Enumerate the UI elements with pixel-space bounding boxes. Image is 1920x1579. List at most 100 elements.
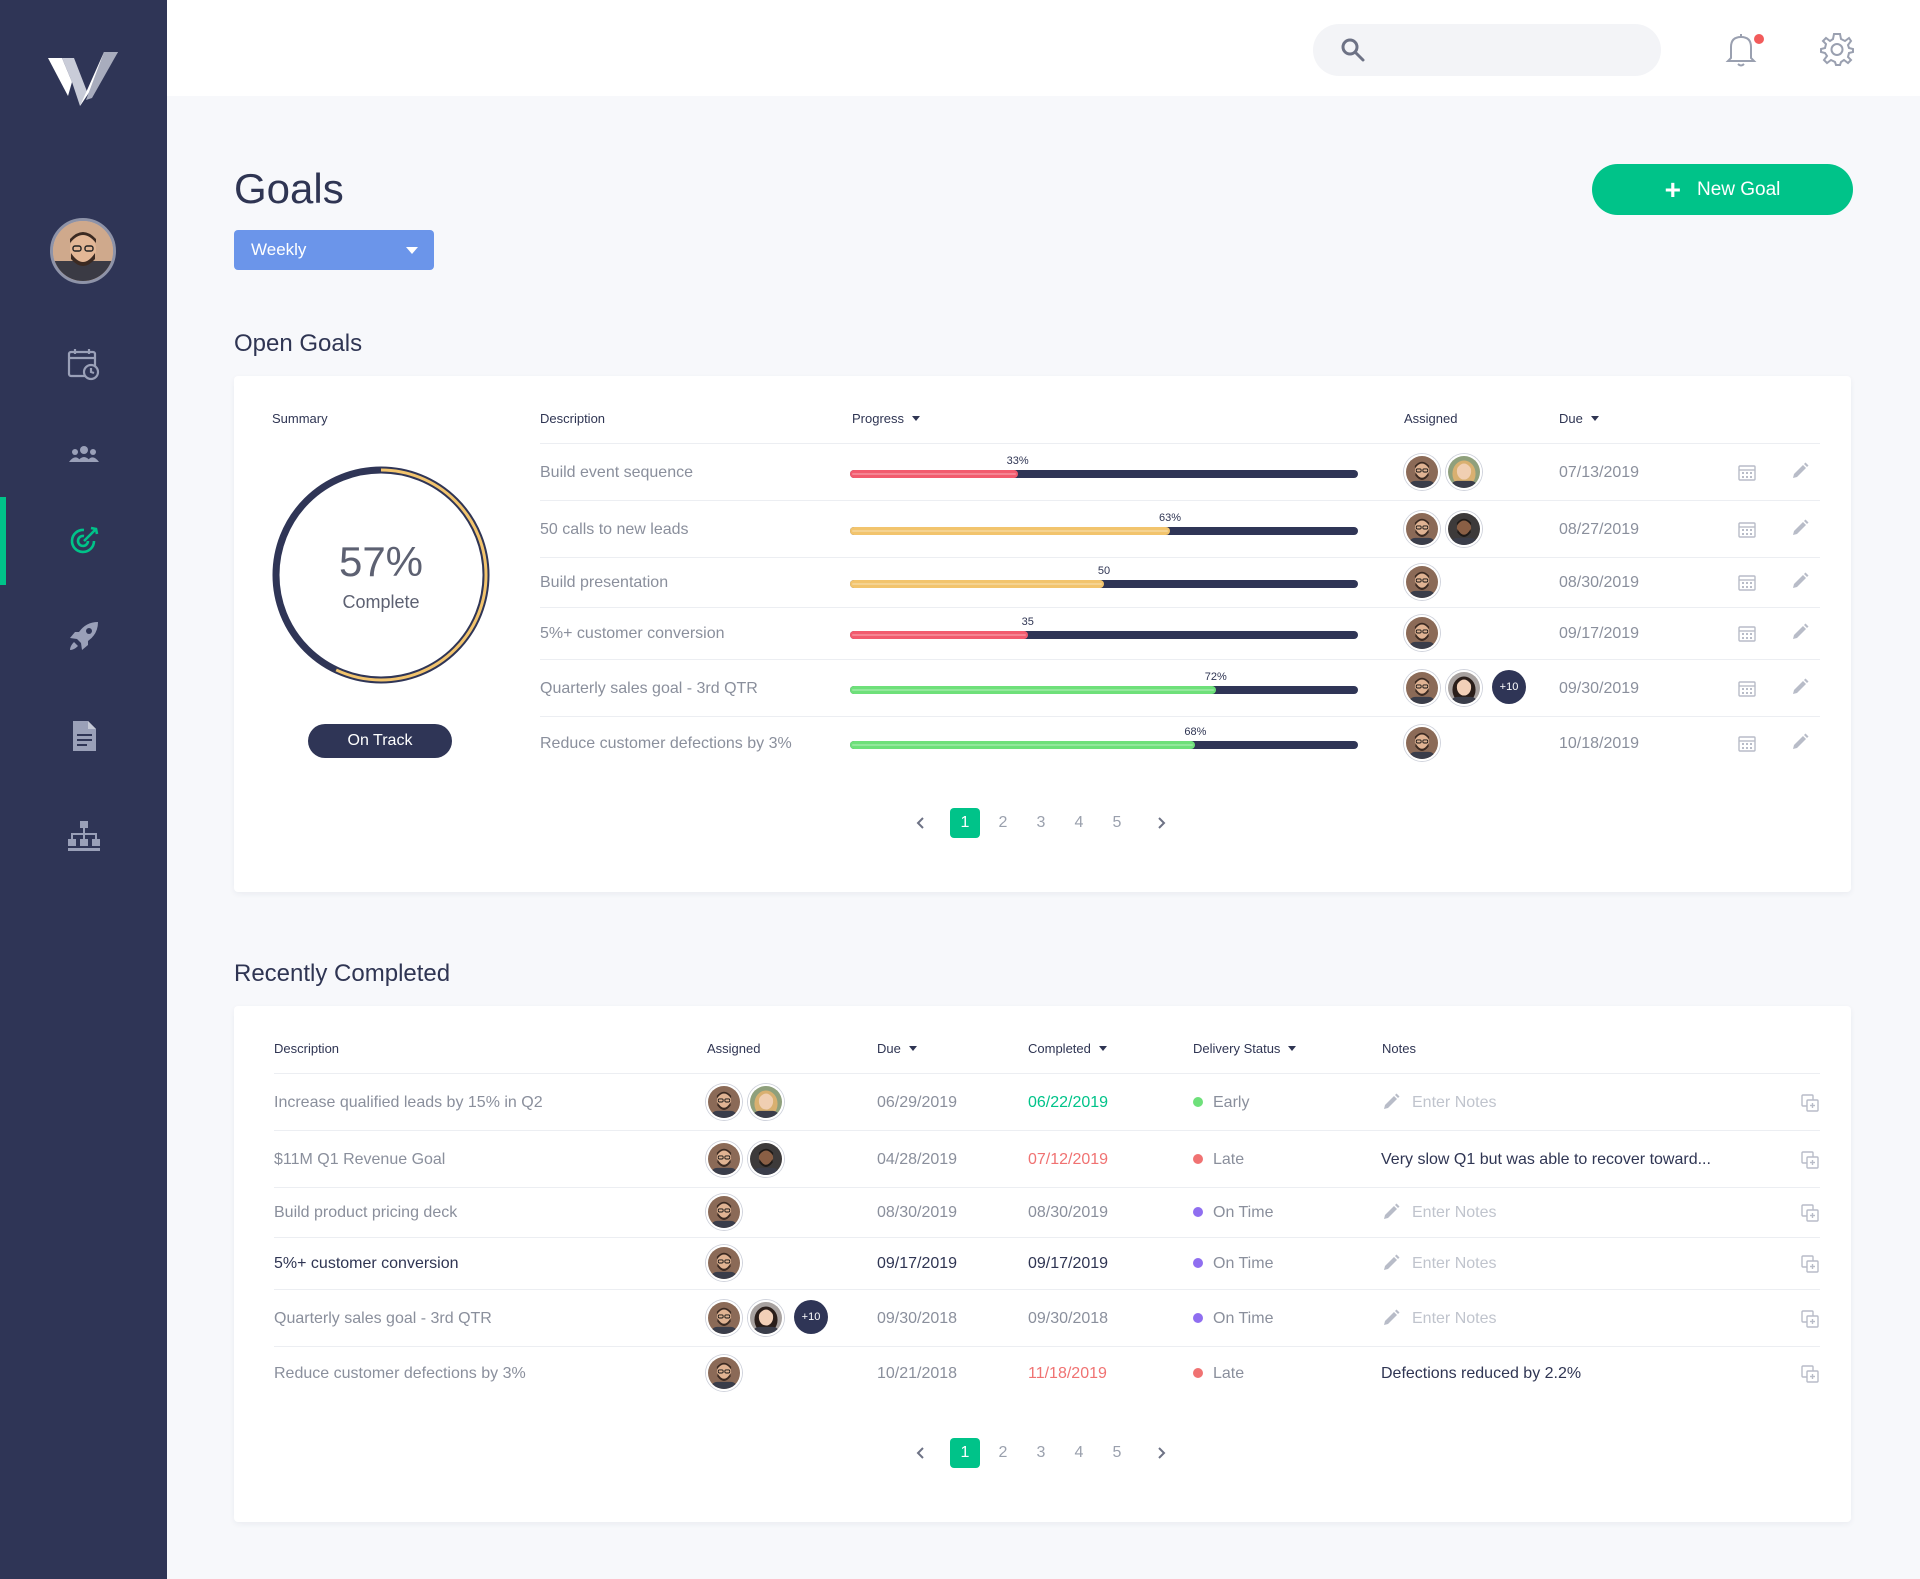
calendar-icon[interactable] <box>1737 679 1757 699</box>
avatar[interactable] <box>1404 511 1440 547</box>
col-completed-sort[interactable]: Completed <box>1028 1041 1107 1056</box>
period-select[interactable]: Weekly <box>234 230 434 270</box>
status-dot <box>1193 1153 1203 1164</box>
table-row[interactable]: Increase qualified leads by 15% in Q2 06/… <box>274 1073 1820 1130</box>
edit-pencil-icon[interactable] <box>1790 622 1810 642</box>
duplicate-icon[interactable] <box>1800 1203 1820 1223</box>
col-delivery-status-sort[interactable]: Delivery Status <box>1193 1041 1297 1056</box>
edit-pencil-icon[interactable] <box>1381 1253 1401 1273</box>
avatar[interactable] <box>1404 564 1440 600</box>
pagination-page[interactable]: 1 <box>950 1438 980 1468</box>
search-icon[interactable] <box>1340 37 1366 63</box>
pagination-page[interactable]: 5 <box>1102 808 1132 838</box>
edit-pencil-icon[interactable] <box>1381 1202 1401 1222</box>
table-row[interactable]: Build event sequence 33% 07/13/2019 <box>540 443 1820 500</box>
notes-input[interactable]: Enter Notes <box>1412 1094 1496 1112</box>
sidebar-item-team[interactable] <box>0 410 167 498</box>
edit-pencil-icon[interactable] <box>1381 1308 1401 1328</box>
calendar-icon[interactable] <box>1737 463 1757 483</box>
notes-input[interactable]: Enter Notes <box>1412 1255 1496 1273</box>
sidebar-item-goals[interactable] <box>0 497 167 585</box>
edit-pencil-icon[interactable] <box>1381 1092 1401 1112</box>
avatar[interactable] <box>748 1300 784 1336</box>
avatar[interactable] <box>1404 725 1440 761</box>
sidebar-item-schedule[interactable] <box>0 320 167 408</box>
pagination-next-icon[interactable] <box>1146 808 1176 838</box>
progress-bar-fill <box>850 470 1018 478</box>
notes-input[interactable]: Enter Notes <box>1412 1204 1496 1222</box>
current-user-avatar[interactable] <box>50 218 116 284</box>
table-row[interactable]: Quarterly sales goal - 3rd QTR 72% +10 09/3… <box>540 659 1820 716</box>
more-assignees-badge[interactable]: +10 <box>794 1300 828 1334</box>
col-due-sort[interactable]: Due <box>877 1041 917 1056</box>
table-row[interactable]: Reduce customer defections by 3% 68% 10/18… <box>540 716 1820 769</box>
duplicate-icon[interactable] <box>1800 1364 1820 1384</box>
pagination-page[interactable]: 4 <box>1064 1438 1094 1468</box>
avatar[interactable] <box>1446 454 1482 490</box>
delivery-status-label: On Time <box>1213 1310 1274 1327</box>
col-progress-sort[interactable]: Progress <box>852 411 921 426</box>
table-row[interactable]: Build product pricing deck 08/30/2019 08/3… <box>274 1187 1820 1237</box>
col-due-sort[interactable]: Due <box>1559 411 1599 426</box>
pagination-prev-icon[interactable] <box>906 1438 936 1468</box>
duplicate-icon[interactable] <box>1800 1254 1820 1274</box>
pagination-page[interactable]: 3 <box>1026 1438 1056 1468</box>
notes-input[interactable]: Enter Notes <box>1412 1310 1496 1328</box>
more-assignees-badge[interactable]: +10 <box>1492 670 1526 704</box>
calendar-icon[interactable] <box>1737 520 1757 540</box>
avatar[interactable] <box>748 1084 784 1120</box>
gear-icon[interactable] <box>1820 32 1854 66</box>
sidebar-item-org-chart[interactable] <box>0 792 167 880</box>
duplicate-icon[interactable] <box>1800 1093 1820 1113</box>
avatar[interactable] <box>1404 670 1440 706</box>
col-assigned: Assigned <box>707 1041 761 1056</box>
calendar-icon[interactable] <box>1737 734 1757 754</box>
table-row[interactable]: Build presentation 50 08/30/2019 <box>540 557 1820 607</box>
edit-pencil-icon[interactable] <box>1790 677 1810 697</box>
avatar[interactable] <box>706 1194 742 1230</box>
bell-icon[interactable] <box>1725 32 1757 68</box>
duplicate-icon[interactable] <box>1800 1309 1820 1329</box>
table-row[interactable]: 5%+ customer conversion 35 09/17/2019 <box>540 607 1820 659</box>
avatar[interactable] <box>706 1355 742 1391</box>
progress-bar-fill <box>850 686 1216 694</box>
calendar-icon[interactable] <box>1737 573 1757 593</box>
pagination-page[interactable]: 3 <box>1026 808 1056 838</box>
avatar[interactable] <box>1404 454 1440 490</box>
pagination-page[interactable]: 1 <box>950 808 980 838</box>
pagination-page[interactable]: 2 <box>988 808 1018 838</box>
sidebar-item-launch[interactable] <box>0 592 167 680</box>
new-goal-button[interactable]: + New Goal <box>1592 164 1853 215</box>
progress-bar <box>850 580 1358 588</box>
table-row[interactable]: $11M Q1 Revenue Goal 04/28/2019 07/12/2019… <box>274 1130 1820 1187</box>
table-row[interactable]: 50 calls to new leads 63% 08/27/2019 <box>540 500 1820 557</box>
avatar[interactable] <box>706 1141 742 1177</box>
pagination-page[interactable]: 2 <box>988 1438 1018 1468</box>
avatar[interactable] <box>1404 615 1440 651</box>
pagination-prev-icon[interactable] <box>906 808 936 838</box>
table-row[interactable]: 5%+ customer conversion 09/17/2019 09/17/2… <box>274 1237 1820 1289</box>
table-row[interactable]: Quarterly sales goal - 3rd QTR +10 09/30/2… <box>274 1289 1820 1346</box>
table-row[interactable]: Reduce customer defections by 3% 10/21/20… <box>274 1346 1820 1399</box>
edit-pencil-icon[interactable] <box>1790 571 1810 591</box>
avatar[interactable] <box>1446 511 1482 547</box>
edit-pencil-icon[interactable] <box>1790 461 1810 481</box>
edit-pencil-icon[interactable] <box>1790 732 1810 752</box>
edit-pencil-icon[interactable] <box>1790 518 1810 538</box>
pagination-next-icon[interactable] <box>1146 1438 1176 1468</box>
avatar[interactable] <box>706 1084 742 1120</box>
avatar[interactable] <box>748 1141 784 1177</box>
progress-bar-fill <box>850 741 1196 749</box>
goal-description: Increase qualified leads by 15% in Q2 <box>274 1094 543 1111</box>
app-logo-icon[interactable] <box>48 48 118 110</box>
col-notes: Notes <box>1382 1041 1416 1056</box>
pagination-page[interactable]: 5 <box>1102 1438 1132 1468</box>
avatar[interactable] <box>706 1245 742 1281</box>
avatar[interactable] <box>1446 670 1482 706</box>
open-goals-pagination: 12345 <box>896 808 1186 838</box>
calendar-icon[interactable] <box>1737 624 1757 644</box>
duplicate-icon[interactable] <box>1800 1150 1820 1170</box>
sidebar-item-documents[interactable] <box>0 692 167 780</box>
pagination-page[interactable]: 4 <box>1064 808 1094 838</box>
avatar[interactable] <box>706 1300 742 1336</box>
